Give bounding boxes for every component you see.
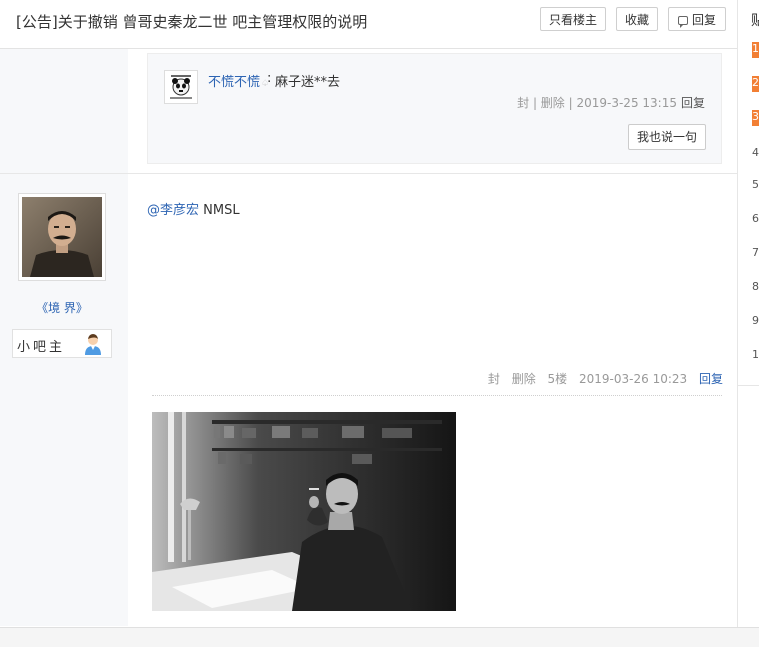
- post-meta: 封 删除 5楼 2019-03-26 10:23 回复: [480, 370, 723, 387]
- mention-link[interactable]: @李彦宏: [147, 203, 199, 218]
- comment-avatar[interactable]: [164, 70, 198, 104]
- only-op-button[interactable]: 只看楼主: [540, 7, 606, 31]
- rank-item[interactable]: 3: [752, 110, 759, 126]
- comment-username[interactable]: 不慌不慌♤: [208, 71, 269, 90]
- author-name[interactable]: 《境 界》: [0, 299, 124, 316]
- thread-header: [公告]关于撤销 曾哥史秦龙二世 吧主管理权限的说明 只看楼主 收藏 回复: [0, 0, 737, 49]
- moderator-user-icon: [85, 334, 101, 355]
- ban-link[interactable]: 封: [488, 372, 500, 386]
- delete-link[interactable]: 删除: [512, 372, 536, 386]
- role-text: 小吧主: [17, 340, 66, 355]
- favorite-button[interactable]: 收藏: [616, 7, 658, 31]
- rank-item[interactable]: 7: [752, 246, 759, 262]
- author-avatar[interactable]: [18, 193, 106, 281]
- comment-actions[interactable]: 封 | 删除 | 2019-3-25 13:15: [517, 96, 677, 110]
- right-sidebar: 贴 1 2 3 4 5 6 7 8 9 10: [737, 0, 759, 627]
- rank-item[interactable]: 5: [752, 178, 759, 194]
- reply-button-label: 回复: [691, 13, 716, 27]
- post-reply-link[interactable]: 回复: [699, 372, 723, 386]
- rank-item[interactable]: 8: [752, 280, 759, 296]
- dotted-divider: [152, 395, 722, 396]
- rank-item[interactable]: 4: [752, 146, 759, 162]
- thread-title: [公告]关于撤销 曾哥史秦龙二世 吧主管理权限的说明: [16, 13, 368, 31]
- comment-box: 不慌不慌♤ : 麻子迷**去 封 | 删除 | 2019-3-25 13:15 回…: [147, 53, 722, 164]
- say-one-button[interactable]: 我也说一句: [628, 124, 706, 150]
- post-text: NMSL: [199, 203, 240, 218]
- post-image[interactable]: [152, 412, 456, 611]
- page: [公告]关于撤销 曾哥史秦龙二世 吧主管理权限的说明 只看楼主 收藏 回复 不慌…: [0, 0, 737, 646]
- comment-text: 麻子迷**去: [275, 75, 341, 90]
- panda-meme-icon: [165, 71, 197, 103]
- comment-reply-link[interactable]: 回复: [681, 96, 705, 110]
- post-photo: [152, 412, 456, 611]
- reply-icon: [677, 16, 688, 28]
- rank-item[interactable]: 2: [752, 76, 759, 92]
- comment-username-text[interactable]: 不慌不慌: [208, 75, 260, 90]
- comment-colon: :: [267, 71, 272, 86]
- rank-item[interactable]: 1: [752, 42, 759, 58]
- reply-button[interactable]: 回复: [668, 7, 726, 31]
- bottom-bar: [0, 627, 759, 647]
- sidebar-divider: [738, 385, 759, 386]
- floor-number: 5楼: [547, 372, 568, 386]
- post-time: 2019-03-26 10:23: [579, 372, 688, 386]
- sidebar-title: 贴: [751, 13, 759, 29]
- rank-item[interactable]: 9: [752, 314, 759, 330]
- rank-item[interactable]: 10: [752, 348, 759, 364]
- role-badge: 小吧主: [12, 329, 112, 358]
- rank-item[interactable]: 6: [752, 212, 759, 228]
- author-portrait-image: [22, 197, 102, 277]
- comment-meta: 封 | 删除 | 2019-3-25 13:15 回复: [517, 94, 705, 111]
- prev-post-author-column: [0, 49, 128, 173]
- post-content: @李彦宏 NMSL: [147, 199, 240, 218]
